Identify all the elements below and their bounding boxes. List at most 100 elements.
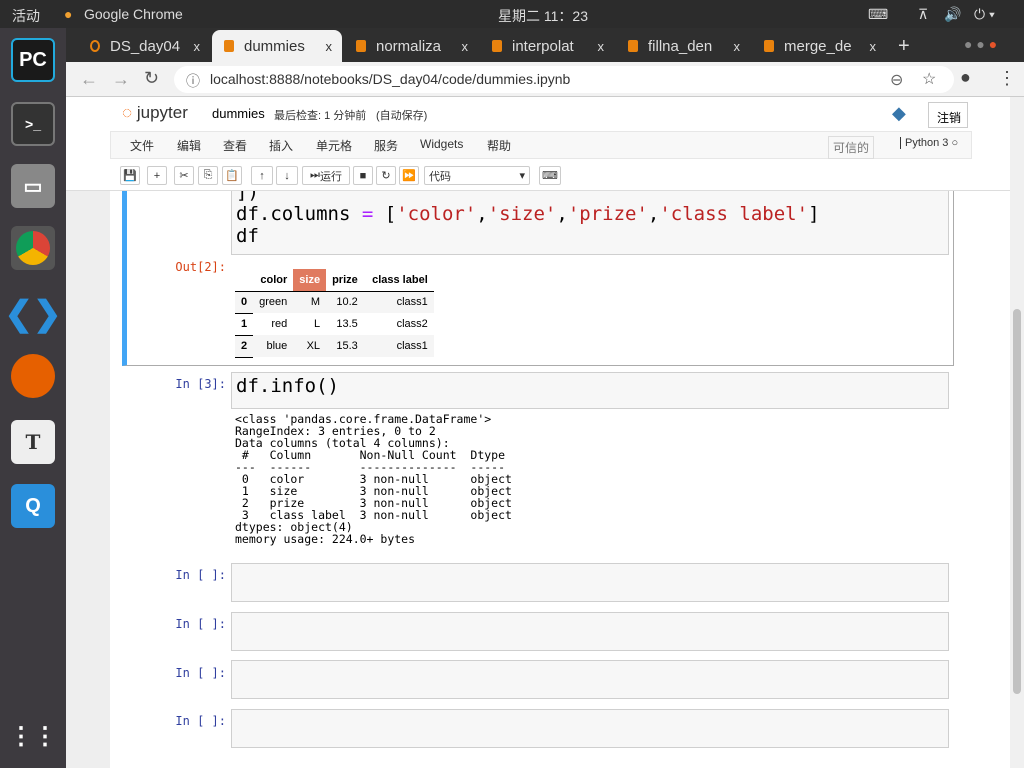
cell: green xyxy=(253,291,294,313)
cut-button[interactable]: ✂ xyxy=(174,166,194,185)
paste-button[interactable]: 📋 xyxy=(222,166,242,185)
tab-label: normaliza xyxy=(376,37,442,55)
chrome-dock-icon[interactable] xyxy=(11,226,55,270)
tab-strip: DS_day04 x dummies x normaliza x interpolat… xyxy=(66,28,1024,62)
table-row: 1 red L 13.5 class2 xyxy=(235,313,434,336)
url-input[interactable]: ⓘ localhost:8888/notebooks/DS_day04/code/… xyxy=(174,66,954,93)
activities-button[interactable]: 活动 xyxy=(12,6,40,26)
move-down-button[interactable]: ↓ xyxy=(276,166,298,185)
chrome-menu-icon[interactable]: ⋮ xyxy=(998,68,1016,89)
window-controls[interactable]: ● ● ● xyxy=(964,36,997,52)
jupyter-logo[interactable]: ◌ jupyter xyxy=(122,103,188,123)
tab-close-icon[interactable]: x xyxy=(194,39,201,54)
code-line: df xyxy=(236,225,259,247)
tab-label: dummies xyxy=(244,37,305,55)
tab-dummies[interactable]: dummies x xyxy=(212,30,342,62)
app-menu[interactable]: Google Chrome xyxy=(84,6,183,22)
notebook-name[interactable]: dummies xyxy=(212,106,265,121)
menu-edit[interactable]: 编辑 xyxy=(177,137,201,154)
code-editor[interactable]: ]) df.columns = ['color','size','prize',… xyxy=(231,191,949,255)
tab-close-icon[interactable]: x xyxy=(326,39,333,54)
notebook-tab-icon xyxy=(628,40,638,52)
zoom-icon[interactable]: ⊖ xyxy=(890,70,903,90)
tab-interpolat[interactable]: interpolat x xyxy=(480,30,614,62)
restart-run-all-button[interactable]: ⏩ xyxy=(399,166,419,185)
interrupt-button[interactable]: ■ xyxy=(353,166,373,185)
empty-code-cell[interactable] xyxy=(231,660,949,699)
tab-close-icon[interactable]: x xyxy=(870,39,877,54)
typora-icon[interactable]: T xyxy=(11,420,55,464)
table-row: 0 green M 10.2 class1 xyxy=(235,291,434,314)
keyboard-icon[interactable]: ⌨ xyxy=(868,6,888,23)
menu-help[interactable]: 帮助 xyxy=(487,137,511,154)
volume-icon[interactable]: 🔊 xyxy=(944,6,961,23)
run-icon: ⏭ xyxy=(310,169,320,181)
tab-normaliza[interactable]: normaliza x xyxy=(344,30,478,62)
menu-insert[interactable]: 插入 xyxy=(269,137,293,154)
logout-button[interactable]: 注销 xyxy=(928,102,968,128)
code-editor[interactable]: df.info() xyxy=(231,372,949,409)
tab-close-icon[interactable]: x xyxy=(462,39,469,54)
power-icon[interactable]: ⏻ ▾ xyxy=(974,6,995,23)
notebook-tab-icon xyxy=(492,40,502,52)
cell-type-select[interactable]: 代码 ▾ xyxy=(424,166,530,185)
new-tab-button[interactable]: + xyxy=(886,30,910,62)
menu-cell[interactable]: 单元格 xyxy=(316,137,352,154)
tab-fillna[interactable]: fillna_den x xyxy=(616,30,750,62)
tab-label: fillna_den xyxy=(648,37,713,55)
command-palette-button[interactable]: ⌨ xyxy=(539,166,561,185)
forward-icon[interactable]: → xyxy=(112,69,130,90)
empty-code-cell[interactable] xyxy=(231,612,949,651)
trusted-badge[interactable]: 可信的 xyxy=(828,136,875,159)
scrollbar-thumb[interactable] xyxy=(1013,309,1021,694)
menu-kernel[interactable]: 服务 xyxy=(374,137,398,154)
menu-widgets[interactable]: Widgets xyxy=(420,137,463,151)
tab-close-icon[interactable]: x xyxy=(598,39,605,54)
address-bar-row: ← → ↻ ⓘ localhost:8888/notebooks/DS_day04… xyxy=(66,62,1024,97)
menu-view[interactable]: 查看 xyxy=(223,137,247,154)
qq-icon[interactable]: Q xyxy=(11,484,55,528)
tab-label: DS_day04 xyxy=(110,37,181,55)
files-icon[interactable]: ▭ xyxy=(11,164,55,208)
insert-cell-button[interactable]: + xyxy=(147,166,167,185)
empty-code-cell[interactable] xyxy=(231,709,949,748)
cell: 15.3 xyxy=(326,335,364,357)
copy-button[interactable]: ⎘ xyxy=(198,166,218,185)
tab-ds-day04[interactable]: DS_day04 x xyxy=(78,30,210,62)
run-button[interactable]: ⏭ 运行 xyxy=(302,166,350,185)
in-prompt: In [ ]: xyxy=(175,714,226,728)
tab-close-icon[interactable]: x xyxy=(734,39,741,54)
header-cell: prize xyxy=(326,269,364,292)
back-icon[interactable]: ← xyxy=(80,69,98,90)
index-cell: 0 xyxy=(235,291,254,314)
menu-file[interactable]: 文件 xyxy=(130,137,154,154)
kernel-name: Python 3 xyxy=(905,137,949,149)
cell: 10.2 xyxy=(326,291,364,313)
header-cell-selected: size xyxy=(293,269,327,292)
cell: blue xyxy=(253,335,294,357)
jupyter-tab-icon xyxy=(90,40,100,52)
profile-icon[interactable]: ● xyxy=(960,67,971,88)
header-cell: class label xyxy=(363,269,434,292)
cell: class2 xyxy=(396,318,428,330)
restart-button[interactable]: ↻ xyxy=(376,166,396,185)
clock[interactable]: 星期二 11：23 xyxy=(498,6,588,26)
empty-code-cell[interactable] xyxy=(231,563,949,602)
move-up-button[interactable]: ↑ xyxy=(251,166,273,185)
pycharm-icon[interactable]: PC xyxy=(11,38,55,82)
save-button[interactable]: 💾 xyxy=(120,166,140,185)
in-prompt: In [ ]: xyxy=(175,617,226,631)
run-label: 运行 xyxy=(319,170,342,183)
vscode-icon[interactable]: ❮❯ xyxy=(5,292,62,336)
firefox-icon[interactable] xyxy=(11,354,55,398)
header-cell: color xyxy=(253,269,294,292)
scrollbar[interactable] xyxy=(1010,97,1024,768)
terminal-icon[interactable]: >_ xyxy=(11,102,55,146)
bookmark-star-icon[interactable]: ☆ xyxy=(922,69,936,89)
system-top-bar: 活动 ● Google Chrome 星期二 11：23 ⌨ ⊼ 🔊 ⏻ ▾ xyxy=(0,0,1024,28)
jupyter-header: ◌ jupyter dummies 最后检查: 1 分钟前 (自动保存) ◆ 注… xyxy=(66,97,1010,191)
network-icon[interactable]: ⊼ xyxy=(918,6,928,23)
show-apps-icon[interactable]: ⋮⋮ xyxy=(9,714,57,758)
tab-merge[interactable]: merge_de x xyxy=(752,30,886,62)
reload-icon[interactable]: ↻ xyxy=(144,68,159,89)
